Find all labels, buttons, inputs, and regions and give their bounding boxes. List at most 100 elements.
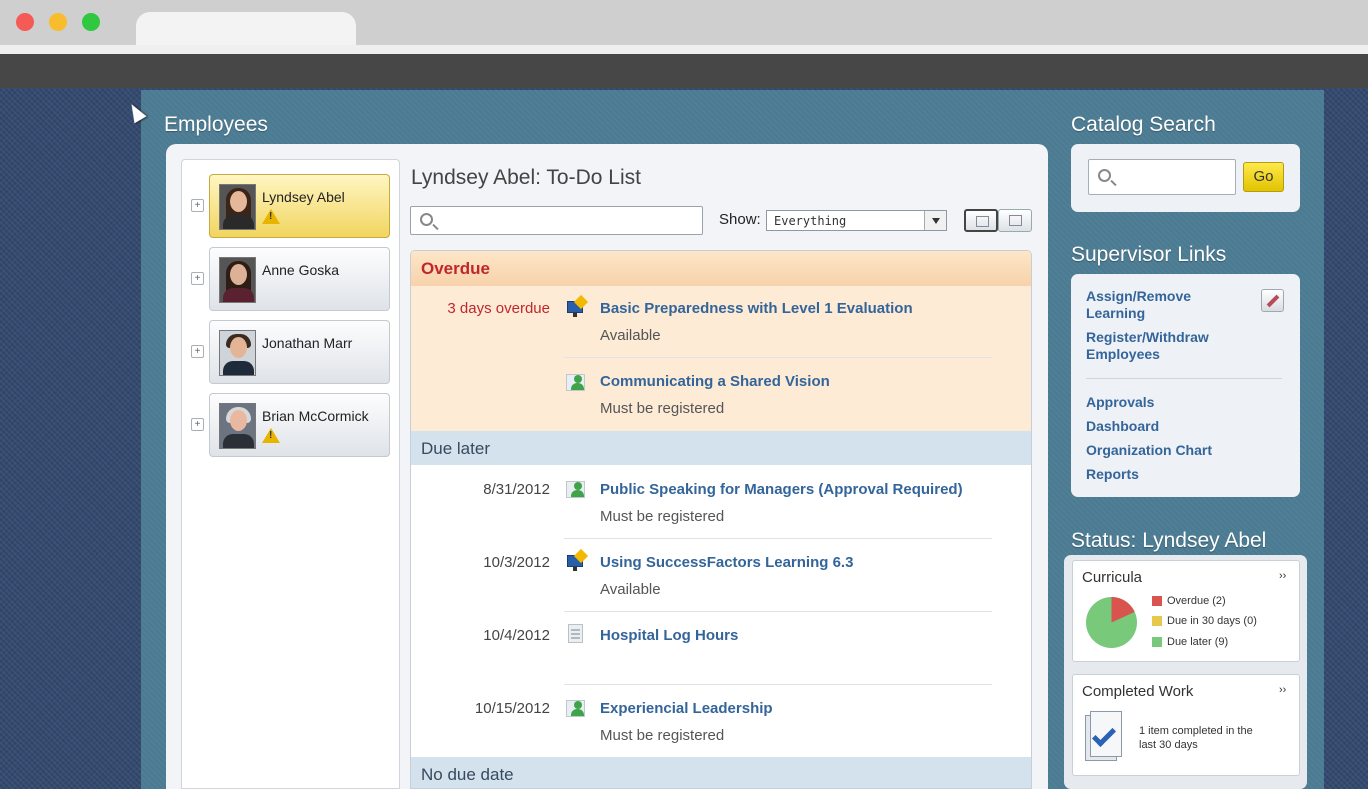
item-title-link[interactable]: Using SuccessFactors Learning 6.3 bbox=[600, 554, 853, 571]
item-due-date: 8/31/2012 bbox=[483, 481, 550, 498]
item-status: Must be registered bbox=[600, 508, 725, 525]
employee-name: Brian McCormick bbox=[262, 408, 369, 424]
expand-icon[interactable]: + bbox=[191, 418, 204, 431]
item-due-date: 10/4/2012 bbox=[483, 627, 550, 644]
legend-swatch-overdue bbox=[1152, 596, 1162, 606]
item-title-link[interactable]: Basic Preparedness with Level 1 Evaluati… bbox=[600, 300, 913, 317]
item-status: Must be registered bbox=[600, 727, 725, 744]
warning-icon bbox=[262, 209, 280, 224]
legend-swatch-due-30 bbox=[1152, 616, 1162, 626]
item-due-date: 3 days overdue bbox=[447, 300, 550, 317]
employee-name: Lyndsey Abel bbox=[262, 189, 345, 205]
catalog-search-input[interactable] bbox=[1088, 159, 1236, 195]
overdue-group-header: Overdue bbox=[411, 251, 1031, 286]
grid-view-icon bbox=[1009, 215, 1022, 226]
dashboard-link[interactable]: Dashboard bbox=[1086, 418, 1159, 435]
item-title-link[interactable]: Public Speaking for Managers (Approval R… bbox=[600, 481, 963, 498]
list-view-icon bbox=[976, 216, 989, 227]
instructor-led-icon bbox=[566, 698, 586, 718]
divider bbox=[564, 538, 992, 539]
browser-address-bar bbox=[0, 54, 1368, 88]
todo-search-input[interactable] bbox=[410, 206, 703, 235]
avatar bbox=[219, 184, 256, 230]
edit-icon[interactable] bbox=[1261, 289, 1284, 312]
completed-work-title: Completed Work bbox=[1082, 683, 1194, 700]
legend-label: Overdue (2) bbox=[1167, 595, 1226, 607]
course-icon bbox=[566, 294, 589, 318]
organization-chart-link[interactable]: Organization Chart bbox=[1086, 442, 1212, 459]
minimize-window-button[interactable] bbox=[49, 13, 67, 31]
warning-icon bbox=[262, 428, 280, 443]
list-view-button[interactable] bbox=[964, 209, 998, 232]
item-status: Available bbox=[600, 327, 661, 344]
employee-row: + Brian McCormick bbox=[190, 393, 390, 457]
due-later-group-header: Due later bbox=[411, 431, 1031, 465]
curricula-more-link[interactable]: ›› bbox=[1279, 570, 1286, 582]
instructor-led-icon bbox=[566, 372, 586, 392]
employee-row: + Anne Goska bbox=[190, 247, 390, 311]
group-label: No due date bbox=[421, 765, 514, 784]
employee-card-brian-mccormick[interactable]: Brian McCormick bbox=[209, 393, 390, 457]
completed-work-text: 1 item completed in the last 30 days bbox=[1139, 725, 1253, 751]
employees-title: Employees bbox=[164, 113, 268, 136]
legend-label: Due in 30 days (0) bbox=[1167, 615, 1257, 627]
legend-swatch-due-later bbox=[1152, 637, 1162, 647]
group-label: Overdue bbox=[421, 259, 490, 278]
employee-card-lyndsey-abel[interactable]: Lyndsey Abel bbox=[209, 174, 390, 238]
item-due-date: 10/15/2012 bbox=[474, 700, 550, 717]
close-window-button[interactable] bbox=[16, 13, 34, 31]
employee-name: Jonathan Marr bbox=[262, 335, 353, 351]
employee-row: + Lyndsey Abel bbox=[190, 174, 390, 238]
divider bbox=[564, 357, 992, 358]
instructor-led-icon bbox=[566, 479, 586, 499]
browser-toolbar-strip bbox=[0, 45, 1368, 54]
curricula-title: Curricula bbox=[1082, 569, 1143, 586]
avatar bbox=[219, 403, 256, 449]
no-due-date-group-header: No due date bbox=[411, 757, 1031, 788]
item-title-link[interactable]: Experiencial Leadership bbox=[600, 700, 773, 717]
divider bbox=[564, 611, 992, 612]
search-icon bbox=[420, 213, 433, 226]
browser-tab[interactable] bbox=[136, 12, 356, 45]
assign-remove-learning-link[interactable]: Assign/Remove Learning bbox=[1086, 288, 1226, 322]
employee-name: Anne Goska bbox=[262, 262, 340, 278]
completed-checklist-icon bbox=[1085, 711, 1123, 763]
curricula-pie-chart bbox=[1086, 597, 1137, 648]
document-icon bbox=[566, 624, 586, 644]
item-title-link[interactable]: Communicating a Shared Vision bbox=[600, 373, 830, 390]
item-due-date: 10/3/2012 bbox=[483, 554, 550, 571]
go-button[interactable]: Go bbox=[1243, 162, 1284, 192]
approvals-link[interactable]: Approvals bbox=[1086, 394, 1154, 411]
divider bbox=[564, 684, 992, 685]
expand-icon[interactable]: + bbox=[191, 272, 204, 285]
show-filter-select[interactable]: Everything bbox=[766, 210, 947, 231]
item-status: Available bbox=[600, 581, 661, 598]
status-title: Status: Lyndsey Abel bbox=[1071, 529, 1267, 552]
reports-link[interactable]: Reports bbox=[1086, 466, 1139, 483]
divider bbox=[1086, 378, 1282, 379]
grid-view-button[interactable] bbox=[998, 209, 1032, 232]
avatar bbox=[219, 330, 256, 376]
expand-icon[interactable]: + bbox=[191, 199, 204, 212]
item-title-link[interactable]: Hospital Log Hours bbox=[600, 627, 738, 644]
course-icon bbox=[566, 548, 589, 572]
maximize-window-button[interactable] bbox=[82, 13, 100, 31]
employee-card-jonathan-marr[interactable]: Jonathan Marr bbox=[209, 320, 390, 384]
catalog-search-title: Catalog Search bbox=[1071, 113, 1216, 136]
show-label: Show: bbox=[719, 211, 761, 228]
supervisor-links-title: Supervisor Links bbox=[1071, 243, 1227, 266]
expand-icon[interactable]: + bbox=[191, 345, 204, 358]
todo-list-title: Lyndsey Abel: To-Do List bbox=[411, 166, 641, 189]
employee-row: + Jonathan Marr bbox=[190, 320, 390, 384]
legend-label: Due later (9) bbox=[1167, 636, 1229, 648]
item-status: Must be registered bbox=[600, 400, 725, 417]
avatar bbox=[219, 257, 256, 303]
chevron-down-icon bbox=[924, 211, 946, 230]
register-withdraw-employees-link[interactable]: Register/Withdraw Employees bbox=[1086, 329, 1236, 363]
completed-work-more-link[interactable]: ›› bbox=[1279, 684, 1286, 696]
group-label: Due later bbox=[421, 439, 490, 458]
show-filter-value: Everything bbox=[774, 214, 847, 228]
search-icon bbox=[1098, 169, 1111, 182]
browser-titlebar bbox=[0, 0, 1368, 45]
employee-card-anne-goska[interactable]: Anne Goska bbox=[209, 247, 390, 311]
